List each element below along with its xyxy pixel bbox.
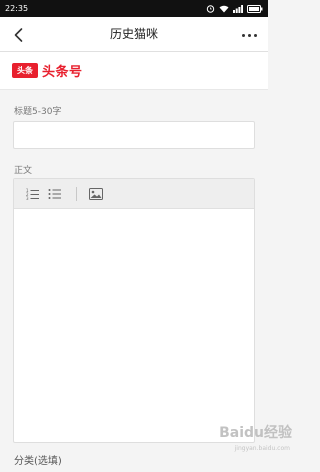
- body-editor[interactable]: 1 2 3: [13, 178, 255, 443]
- brand-logo: 头条: [12, 63, 38, 78]
- title-label: 标题5-30字: [14, 107, 62, 117]
- wifi-icon: [219, 5, 229, 12]
- page-title: 历史猫咪: [109, 27, 158, 41]
- image-icon[interactable]: [87, 185, 105, 203]
- category-label: 分类(选填): [14, 456, 62, 467]
- battery-icon: [247, 4, 263, 13]
- status-time: 22:35: [5, 4, 29, 13]
- brand-header: 头条 头条号: [0, 52, 268, 90]
- ordered-list-icon[interactable]: 1 2 3: [24, 185, 42, 203]
- title-input[interactable]: [13, 121, 255, 149]
- brand-name: 头条号: [42, 65, 83, 80]
- unordered-list-icon[interactable]: [46, 185, 64, 203]
- status-bar: 22:35: [0, 0, 268, 17]
- watermark: Baidu经验: [219, 425, 292, 441]
- status-icons: [206, 4, 263, 13]
- alarm-icon: [206, 5, 215, 13]
- signal-icon: [233, 4, 243, 13]
- toolbar-divider: [76, 186, 77, 201]
- more-dots-icon: [241, 33, 245, 37]
- editor-toolbar: 1 2 3: [14, 179, 254, 209]
- more-button[interactable]: [238, 29, 260, 41]
- nav-bar: 历史猫咪: [0, 17, 268, 52]
- svg-text:3: 3: [26, 196, 29, 200]
- body-label: 正文: [14, 166, 33, 176]
- watermark-url: jingyan.baidu.com: [234, 445, 290, 452]
